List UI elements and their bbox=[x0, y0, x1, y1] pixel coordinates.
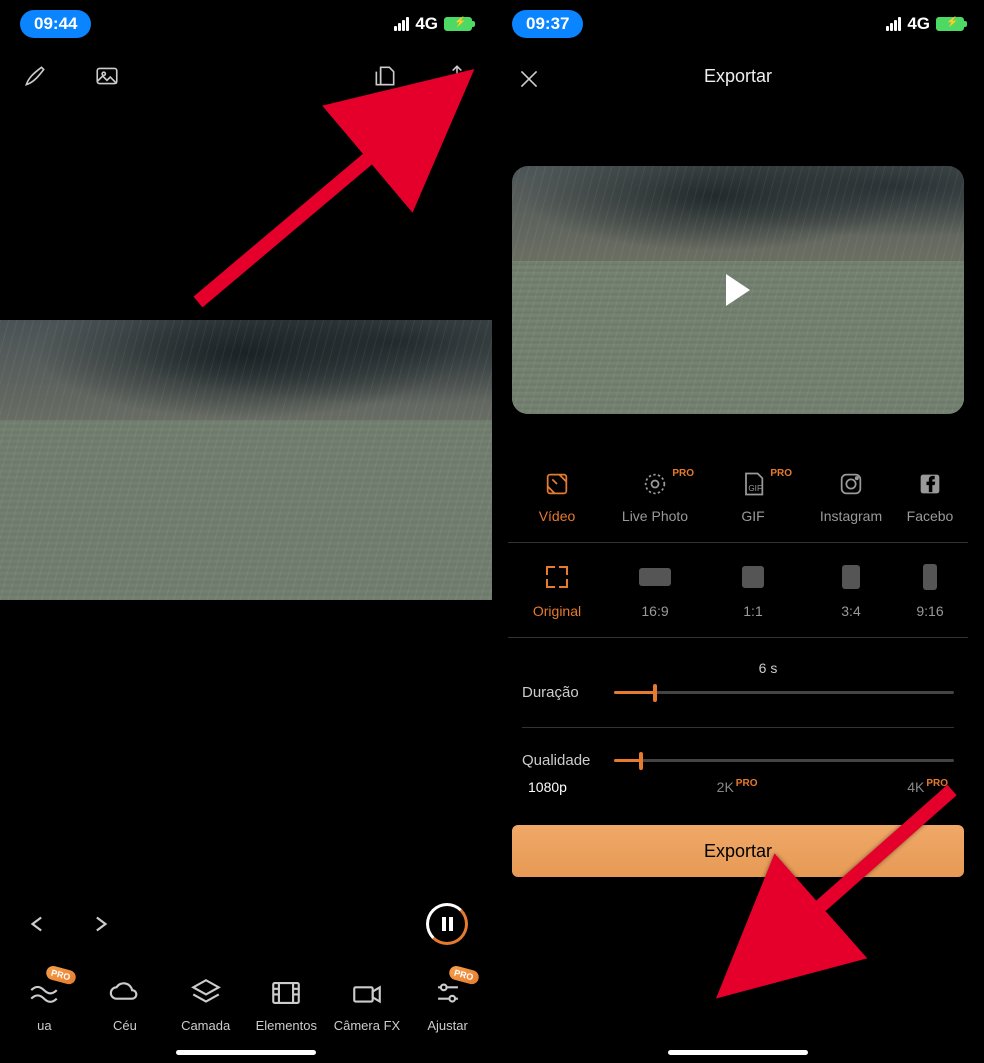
ratio-row: Original 16:9 1:1 3:4 9:16 bbox=[508, 565, 968, 638]
status-bar: 09:44 4G ⚡ bbox=[0, 0, 492, 48]
svg-text:GIF: GIF bbox=[748, 484, 762, 493]
battery-icon: ⚡ bbox=[444, 17, 472, 31]
signal-icon bbox=[394, 17, 409, 31]
format-gif[interactable]: PRO GIF GIF bbox=[704, 470, 802, 524]
tool-camada[interactable]: Camada bbox=[171, 976, 241, 1033]
duration-block: 6 s Duração bbox=[522, 660, 954, 728]
status-time: 09:37 bbox=[512, 10, 583, 38]
close-icon[interactable] bbox=[514, 64, 544, 94]
tool-camera-fx[interactable]: Câmera FX bbox=[332, 976, 402, 1033]
undo-icon[interactable] bbox=[24, 909, 54, 939]
tool-agua[interactable]: PRO ua bbox=[9, 976, 79, 1033]
annotation-arrow bbox=[692, 770, 972, 1015]
format-livephoto[interactable]: PRO Live Photo bbox=[606, 470, 704, 524]
ratio-label: Original bbox=[533, 603, 581, 619]
tool-label: Elementos bbox=[256, 1018, 317, 1033]
preview-image bbox=[0, 320, 492, 600]
playback-controls bbox=[0, 903, 492, 945]
format-row: Vídeo PRO Live Photo PRO GIF GIF Instagr… bbox=[508, 470, 968, 543]
ratio-label: 3:4 bbox=[841, 603, 860, 619]
duration-value: 6 s bbox=[522, 660, 954, 676]
quality-1080p[interactable]: 1080p bbox=[528, 779, 567, 795]
format-instagram[interactable]: Instagram bbox=[802, 470, 900, 524]
network-label: 4G bbox=[907, 14, 930, 34]
annotation-arrow bbox=[178, 62, 478, 327]
format-video[interactable]: Vídeo bbox=[508, 470, 606, 524]
gallery-icon[interactable] bbox=[92, 61, 122, 91]
tool-label: Câmera FX bbox=[334, 1018, 400, 1033]
quality-4k[interactable]: 4KPRO bbox=[907, 779, 948, 795]
ratio-label: 9:16 bbox=[916, 603, 943, 619]
ratio-916[interactable]: 9:16 bbox=[900, 565, 960, 619]
tool-label: ua bbox=[37, 1018, 51, 1033]
crop-icon bbox=[546, 566, 568, 588]
export-header: Exportar bbox=[492, 52, 984, 100]
pro-badge: PRO bbox=[770, 468, 792, 479]
format-label: Facebo bbox=[907, 508, 954, 524]
quality-label: Qualidade bbox=[522, 752, 596, 769]
format-label: Live Photo bbox=[622, 508, 688, 524]
tool-label: Camada bbox=[181, 1018, 230, 1033]
status-time: 09:44 bbox=[20, 10, 91, 38]
home-indicator[interactable] bbox=[176, 1050, 316, 1055]
effects-toolbar: PRO ua Céu Camada Elementos Câmera FX PR… bbox=[0, 976, 492, 1033]
tool-label: Céu bbox=[113, 1018, 137, 1033]
home-indicator[interactable] bbox=[668, 1050, 808, 1055]
ratio-label: 1:1 bbox=[743, 603, 762, 619]
ratio-169[interactable]: 16:9 bbox=[606, 565, 704, 619]
redo-icon[interactable] bbox=[84, 909, 114, 939]
ratio-label: 16:9 bbox=[641, 603, 668, 619]
format-label: Vídeo bbox=[539, 508, 576, 524]
ratio-11[interactable]: 1:1 bbox=[704, 565, 802, 619]
format-label: Instagram bbox=[820, 508, 882, 524]
top-toolbar bbox=[0, 52, 492, 100]
copy-icon[interactable] bbox=[370, 61, 400, 91]
brush-icon[interactable] bbox=[20, 61, 50, 91]
editor-screen: 09:44 4G ⚡ bbox=[0, 0, 492, 1063]
network-label: 4G bbox=[415, 14, 438, 34]
battery-icon: ⚡ bbox=[936, 17, 964, 31]
tool-label: Ajustar bbox=[427, 1018, 467, 1033]
play-icon bbox=[726, 274, 750, 306]
page-title: Exportar bbox=[704, 66, 772, 87]
status-right: 4G ⚡ bbox=[394, 14, 472, 34]
export-screen: 09:37 4G ⚡ Exportar Vídeo PRO Live Photo… bbox=[492, 0, 984, 1063]
quality-options: 1080p 2KPRO 4KPRO bbox=[522, 779, 954, 795]
pro-badge: PRO bbox=[672, 468, 694, 479]
status-right: 4G ⚡ bbox=[886, 14, 964, 34]
format-facebook[interactable]: Facebo bbox=[900, 470, 960, 524]
export-button-label: Exportar bbox=[704, 841, 772, 862]
status-bar: 09:37 4G ⚡ bbox=[492, 0, 984, 48]
tool-ajustar[interactable]: PRO Ajustar bbox=[413, 976, 483, 1033]
duration-label: Duração bbox=[522, 684, 596, 701]
export-button[interactable]: Exportar bbox=[512, 825, 964, 877]
duration-slider[interactable] bbox=[614, 691, 954, 694]
tool-elementos[interactable]: Elementos bbox=[251, 976, 321, 1033]
preview-video[interactable] bbox=[512, 166, 964, 414]
ratio-34[interactable]: 3:4 bbox=[802, 565, 900, 619]
pause-button[interactable] bbox=[426, 903, 468, 945]
quality-block: Qualidade 1080p 2KPRO 4KPRO bbox=[522, 752, 954, 795]
signal-icon bbox=[886, 17, 901, 31]
tool-ceu[interactable]: Céu bbox=[90, 976, 160, 1033]
quality-2k[interactable]: 2KPRO bbox=[717, 779, 758, 795]
ratio-original[interactable]: Original bbox=[508, 565, 606, 619]
quality-slider[interactable] bbox=[614, 759, 954, 762]
share-icon[interactable] bbox=[442, 61, 472, 91]
format-label: GIF bbox=[741, 508, 764, 524]
